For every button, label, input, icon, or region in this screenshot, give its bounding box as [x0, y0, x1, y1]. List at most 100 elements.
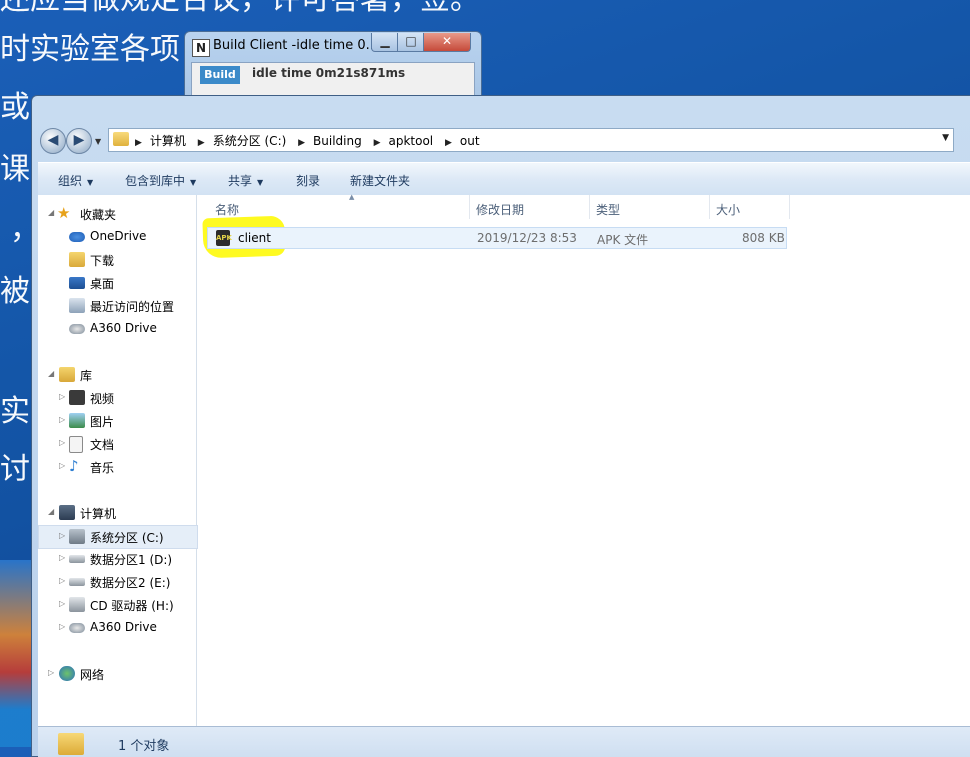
pictures-icon — [69, 413, 85, 428]
nav-item-pictures[interactable]: ▷ 图片 — [38, 410, 196, 432]
expand-icon[interactable]: ▷ — [59, 392, 65, 401]
nav-libraries[interactable]: ◢ 库 — [38, 364, 196, 386]
maximize-button[interactable]: □ — [397, 33, 425, 52]
expand-icon[interactable]: ◢ — [48, 507, 54, 516]
nav-item-label: 下载 — [90, 254, 115, 268]
folder-icon — [58, 733, 84, 755]
organize-button[interactable]: 组织 ▼ — [58, 172, 93, 189]
status-text: 1 个对象 — [118, 739, 170, 754]
nav-libraries-label: 库 — [80, 369, 93, 383]
include-in-library-button[interactable]: 包含到库中 ▼ — [125, 172, 196, 189]
breadcrumb-building[interactable]: Building — [313, 134, 362, 148]
column-header-date[interactable]: 修改日期 — [470, 195, 590, 219]
share-button[interactable]: 共享 ▼ — [228, 172, 263, 189]
build-button[interactable]: Build — [200, 66, 240, 84]
breadcrumb-out[interactable]: out — [460, 134, 480, 148]
breadcrumb-computer[interactable]: 计算机 — [150, 134, 186, 148]
nav-item-downloads[interactable]: 下载 — [38, 249, 196, 271]
breadcrumb-c-drive[interactable]: 系统分区 (C:) — [213, 134, 287, 148]
new-folder-button[interactable]: 新建文件夹 — [350, 172, 410, 189]
nav-item-label: 数据分区2 (E:) — [90, 576, 171, 590]
cd-drive-icon — [69, 597, 85, 612]
folder-icon — [113, 132, 129, 146]
expand-icon[interactable]: ▷ — [59, 599, 65, 608]
nav-item-onedrive[interactable]: OneDrive — [38, 226, 196, 248]
nav-item-a360-drive[interactable]: ▷ A360 Drive — [38, 617, 196, 639]
nav-item-d-drive[interactable]: ▷ 数据分区1 (D:) — [38, 548, 196, 570]
chevron-down-icon: ▼ — [190, 178, 197, 187]
nav-item-e-drive[interactable]: ▷ 数据分区2 (E:) — [38, 571, 196, 593]
nav-item-label: CD 驱动器 (H:) — [90, 599, 174, 613]
nav-favorites[interactable]: ◢ ★ 收藏夹 — [38, 203, 196, 225]
expand-icon[interactable]: ▷ — [48, 668, 54, 677]
nav-item-a360[interactable]: A360 Drive — [38, 318, 196, 340]
hard-drive-icon — [69, 578, 85, 586]
expand-icon[interactable]: ◢ — [48, 208, 54, 217]
desktop-text-line-6: 被 — [0, 274, 30, 309]
file-size: 808 KB — [742, 231, 785, 245]
expand-icon[interactable]: ▷ — [59, 461, 65, 470]
nav-item-label: 图片 — [90, 415, 115, 429]
column-header-type[interactable]: 类型 — [590, 195, 710, 219]
navigation-pane: ◢ ★ 收藏夹 OneDrive 下载 桌面 最近访问的位置 A360 Driv… — [38, 195, 198, 756]
nav-item-videos[interactable]: ▷ 视频 — [38, 387, 196, 409]
address-dropdown-icon[interactable]: ▼ — [942, 133, 949, 143]
nav-item-label: 数据分区1 (D:) — [90, 553, 173, 567]
chevron-down-icon: ▼ — [87, 178, 94, 187]
back-button[interactable]: ◀ — [40, 128, 66, 154]
chevron-right-icon: ▶ — [444, 138, 452, 148]
nav-item-label: 视频 — [90, 392, 115, 406]
system-drive-icon — [69, 529, 85, 544]
expand-icon[interactable]: ▷ — [59, 531, 65, 540]
build-window-title: Build Client -idle time 0... — [213, 38, 379, 53]
expand-icon[interactable]: ▷ — [59, 622, 65, 631]
close-button[interactable]: ✕ — [423, 33, 471, 52]
breadcrumb-apktool[interactable]: apktool — [388, 134, 433, 148]
address-bar[interactable]: ▶ 计算机 ▶ 系统分区 (C:) ▶ Building ▶ apktool ▶ out … — [108, 128, 954, 152]
column-header-size[interactable]: 大小 — [710, 195, 790, 219]
status-bar: 1 个对象 — [38, 726, 970, 757]
breadcrumb: ▶ 计算机 ▶ 系统分区 (C:) ▶ Building ▶ apktool ▶ out — [135, 132, 480, 149]
nav-item-c-drive[interactable]: ▷ 系统分区 (C:) — [38, 525, 198, 549]
nav-item-desktop[interactable]: 桌面 — [38, 272, 196, 294]
expand-icon[interactable]: ▷ — [59, 415, 65, 424]
a360-drive-icon — [69, 324, 85, 334]
forward-button[interactable]: ▶ — [66, 128, 92, 154]
desktop-text-line-4: 课 — [0, 152, 30, 187]
chevron-down-icon[interactable]: ▼ — [95, 137, 101, 146]
downloads-folder-icon — [69, 252, 85, 267]
burn-button[interactable]: 刻录 — [296, 172, 320, 189]
star-icon: ★ — [57, 204, 71, 222]
nav-item-recent[interactable]: 最近访问的位置 — [38, 295, 196, 317]
expand-icon[interactable]: ▷ — [59, 438, 65, 447]
nav-item-label: 桌面 — [90, 277, 115, 291]
expand-icon[interactable]: ▷ — [59, 553, 65, 562]
nav-favorites-label: 收藏夹 — [80, 208, 117, 222]
file-date: 2019/12/23 8:53 — [477, 231, 577, 245]
network-icon — [59, 666, 75, 681]
nav-network-label: 网络 — [80, 668, 105, 682]
nav-item-music[interactable]: ▷ ♪ 音乐 — [38, 456, 196, 478]
minimize-button[interactable]: ▁ — [371, 33, 399, 52]
desktop-text-line-8: 讨 — [0, 452, 30, 487]
address-row: ◀ ▶ ▼ ▶ 计算机 ▶ 系统分区 (C:) ▶ Building ▶ apktool… — [38, 126, 970, 158]
video-icon — [69, 390, 85, 405]
expand-icon[interactable]: ▷ — [59, 576, 65, 585]
column-header-name[interactable]: 名称 ▲ — [209, 193, 470, 219]
nav-network[interactable]: ▷ 网络 — [38, 663, 196, 685]
music-note-icon: ♪ — [69, 457, 79, 475]
expand-icon[interactable]: ◢ — [48, 369, 54, 378]
file-name: client — [238, 231, 271, 245]
nav-item-label: 系统分区 (C:) — [90, 531, 164, 545]
nav-item-cd-drive[interactable]: ▷ CD 驱动器 (H:) — [38, 594, 196, 616]
desktop-icon — [69, 277, 85, 289]
command-bar: 组织 ▼ 包含到库中 ▼ 共享 ▼ 刻录 新建文件夹 — [38, 162, 970, 196]
sort-ascending-icon: ▲ — [349, 193, 355, 201]
explorer-window: ◀ ▶ ▼ ▶ 计算机 ▶ 系统分区 (C:) ▶ Building ▶ apktool… — [31, 95, 970, 757]
cloud-icon — [69, 232, 85, 242]
nav-item-label: 文档 — [90, 438, 115, 452]
nav-item-documents[interactable]: ▷ 文档 — [38, 433, 196, 455]
nav-computer-label: 计算机 — [80, 507, 117, 521]
nav-computer[interactable]: ◢ 计算机 — [38, 502, 196, 524]
table-row[interactable]: APK client 2019/12/23 8:53 APK 文件 808 KB — [207, 227, 787, 249]
